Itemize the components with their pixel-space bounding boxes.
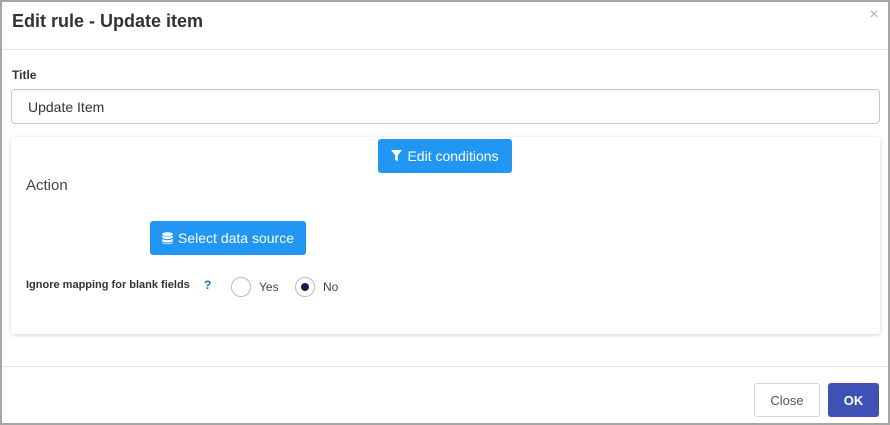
close-button[interactable]: Close xyxy=(754,383,820,417)
select-data-source-label: Select data source xyxy=(178,230,294,246)
radio-yes-label: Yes xyxy=(259,280,279,294)
help-icon[interactable]: ? xyxy=(204,278,211,292)
close-icon[interactable]: × xyxy=(866,7,882,23)
radio-no-label: No xyxy=(323,280,339,294)
title-input[interactable] xyxy=(11,89,880,124)
title-label: Title xyxy=(12,68,37,82)
select-data-source-button[interactable]: Select data source xyxy=(150,221,306,255)
dialog-header: Edit rule - Update item × xyxy=(2,2,888,50)
ignore-mapping-label: Ignore mapping for blank fields xyxy=(26,279,190,291)
edit-conditions-label: Edit conditions xyxy=(407,148,499,164)
edit-rule-dialog: Edit rule - Update item × Title Edit con… xyxy=(0,0,890,425)
action-panel: Edit conditions Action Select data sourc… xyxy=(11,137,880,334)
filter-icon xyxy=(391,150,403,162)
ok-button[interactable]: OK xyxy=(828,383,879,417)
action-heading: Action xyxy=(26,177,68,194)
database-icon xyxy=(162,231,173,245)
dialog-title: Edit rule - Update item xyxy=(12,11,204,31)
radio-no[interactable] xyxy=(295,277,315,297)
edit-conditions-button[interactable]: Edit conditions xyxy=(378,139,512,173)
dialog-footer: Close OK xyxy=(2,366,888,423)
radio-yes[interactable] xyxy=(231,277,251,297)
